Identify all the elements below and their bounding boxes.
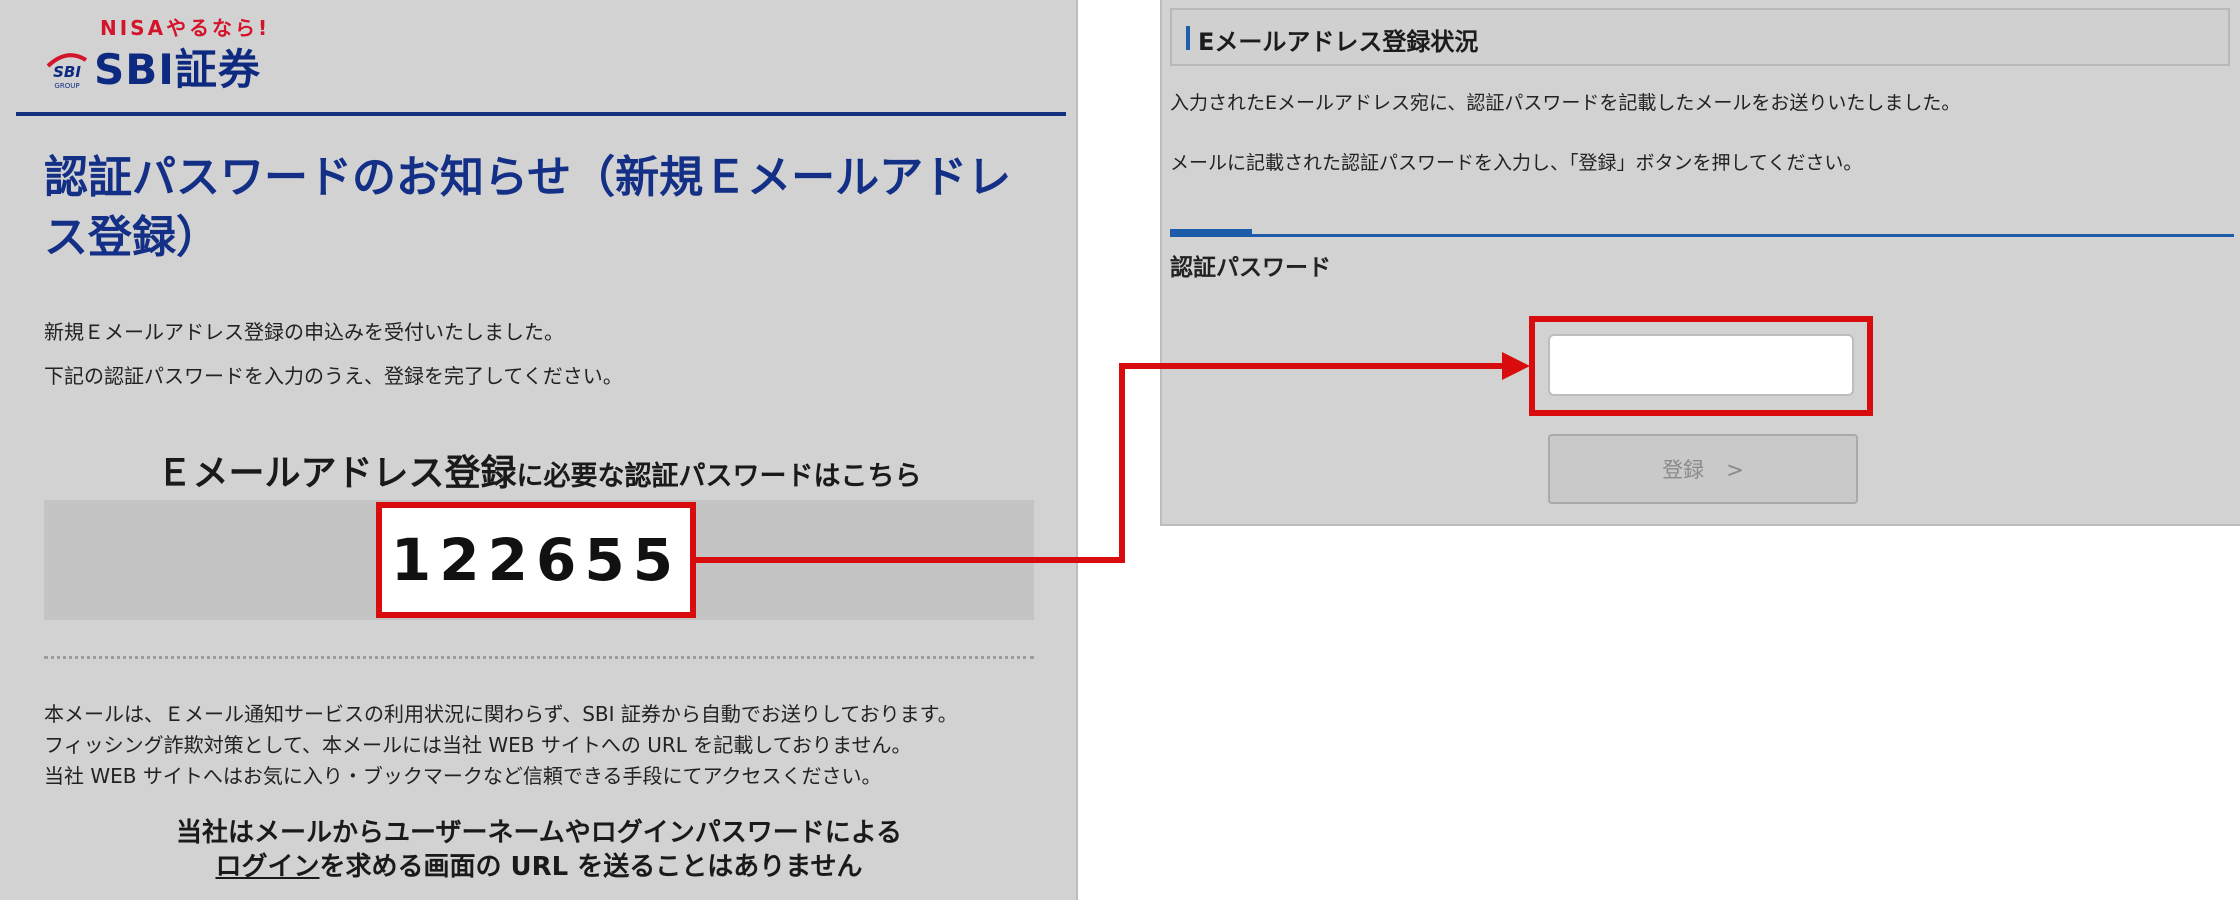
sbi-group-mark-icon: SBI GROUP — [46, 53, 88, 90]
form-message: メールに記載された認証パスワードを入力し、「登録」ボタンを押してください。 — [1170, 152, 1863, 174]
email-panel: NISAやるなら! SBI GROUP SBI証券 認証パスワードのお知らせ（新… — [0, 0, 1078, 900]
password-heading-main: Ｅメールアドレス登録 — [156, 453, 517, 494]
registration-form-panel: Eメールアドレス登録状況 入力されたEメールアドレス宛に、認証パスワードを記載し… — [1160, 0, 2240, 526]
register-button[interactable]: 登録 > — [1548, 434, 1858, 504]
section-divider — [1170, 234, 2234, 237]
phishing-warning-line: 当社はメールからユーザーネームやログインパスワードによる — [176, 818, 902, 848]
warning-line-rest: を求める画面の URL を送ることはありません — [319, 852, 863, 882]
email-title: 認証パスワードのお知らせ（新規Ｅメールアドレス登録） — [44, 152, 1012, 263]
password-section-label: 認証パスワード — [1170, 255, 1331, 281]
notice-line: 当社 WEB サイトへはお気に入り・ブックマークなど信頼できる手段にてアクセスく… — [44, 764, 882, 788]
logo-mark-subtext: GROUP — [54, 82, 79, 90]
password-heading: Ｅメールアドレス登録に必要な認証パスワードはこちら — [0, 444, 1078, 496]
logo-brand-name: SBI証券 — [94, 45, 261, 94]
header-accent-bar — [1186, 26, 1190, 50]
password-code: 122655 — [390, 526, 682, 594]
notice-line: 本メールは、Ｅメール通知サービスの利用状況に関わらず、SBI 証券から自動でお送… — [44, 702, 958, 726]
section-divider-tab — [1170, 229, 1252, 237]
sbi-logo: NISAやるなら! SBI GROUP SBI証券 — [44, 10, 284, 94]
phishing-warning-line: ログインを求める画面の URL を送ることはありません — [0, 846, 1078, 883]
intro-line: 下記の認証パスワードを入力のうえ、登録を完了してください。 — [44, 364, 623, 388]
register-label: 登録 — [1662, 458, 1705, 482]
status-title: Eメールアドレス登録状況 — [1198, 28, 1479, 56]
intro-line: 新規Ｅメールアドレス登録の申込みを受付いたしました。 — [44, 320, 564, 344]
notice-line: フィッシング詐欺対策として、本メールには当社 WEB サイトへの URL を記載… — [44, 733, 912, 757]
dotted-divider — [44, 656, 1034, 659]
status-header: Eメールアドレス登録状況 — [1170, 8, 2230, 66]
form-message: 入力されたEメールアドレス宛に、認証パスワードを記載したメールをお送りいたしまし… — [1170, 92, 1961, 114]
warning-login-word: ログイン — [215, 852, 320, 882]
password-input[interactable] — [1548, 334, 1854, 396]
chevron-right-icon: > — [1726, 458, 1744, 482]
password-heading-sub: に必要な認証パスワードはこちら — [516, 461, 922, 492]
password-code-highlight: 122655 — [376, 502, 696, 618]
logo-mark-text: SBI — [53, 63, 81, 81]
header-divider — [16, 112, 1066, 116]
